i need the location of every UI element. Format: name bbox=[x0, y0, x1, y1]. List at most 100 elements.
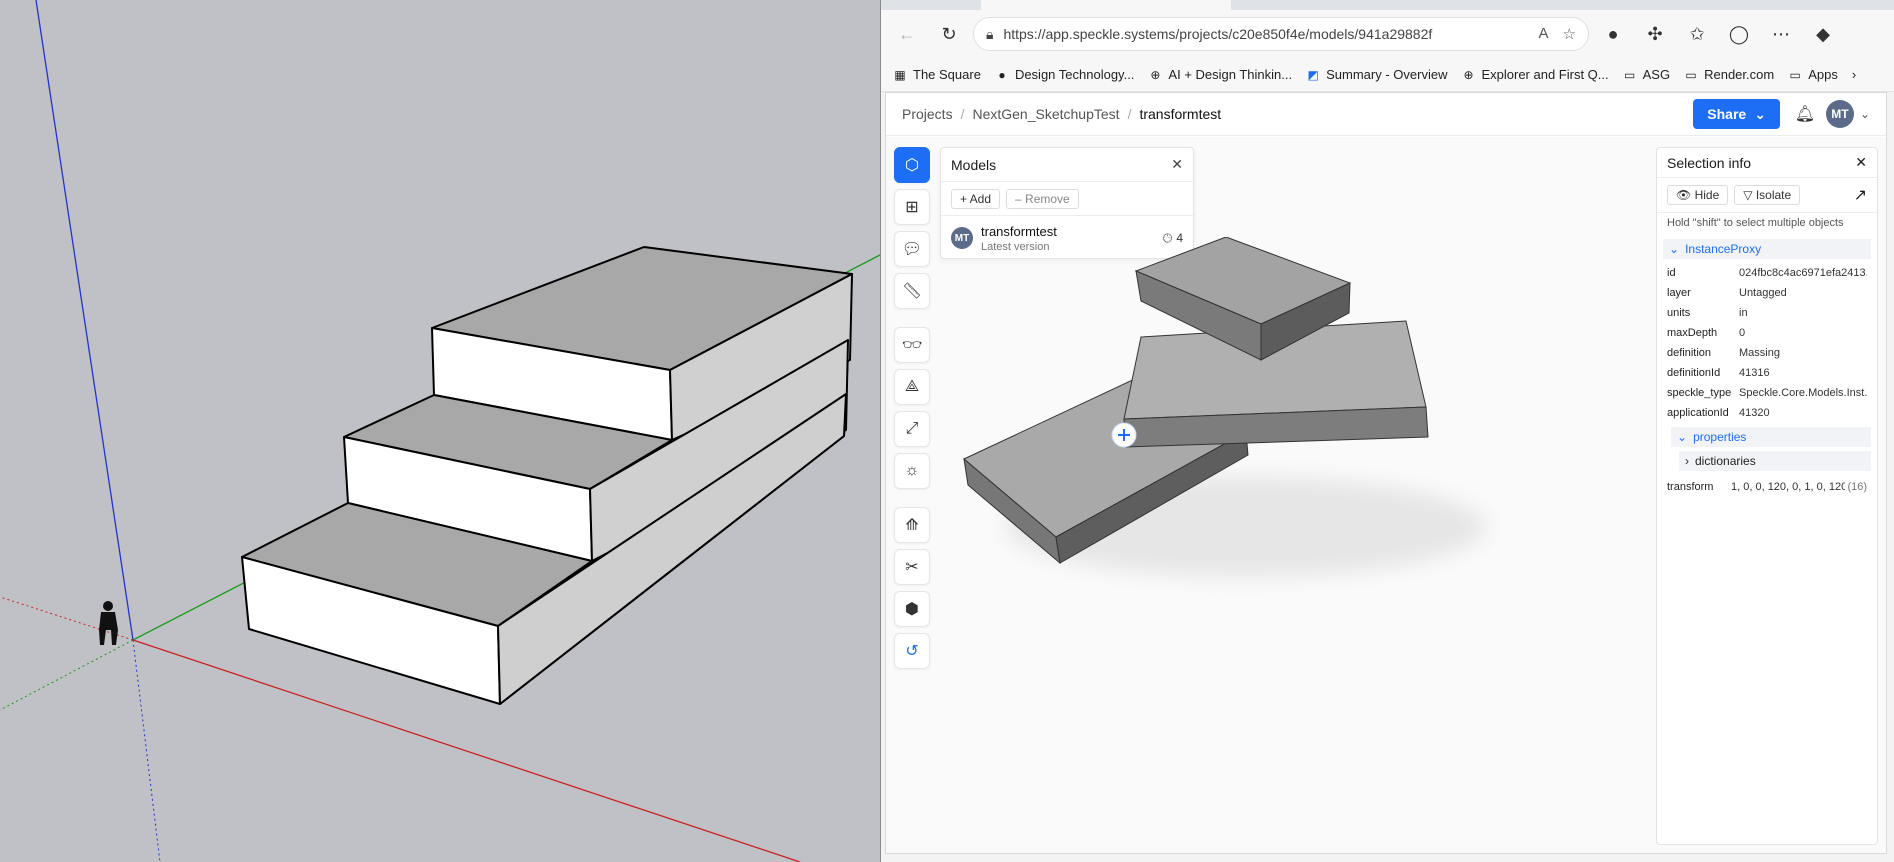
filter-icon: ▽ bbox=[1743, 188, 1756, 202]
bookmark-item[interactable]: ● Design Technology... bbox=[995, 67, 1134, 82]
measure-ruler-icon[interactable]: 📏︎ bbox=[894, 273, 930, 309]
bookmark-item[interactable]: ▭ Apps bbox=[1788, 67, 1838, 82]
browser-window: ← ↻ 🔒︎ https://app.speckle.systems/proje… bbox=[880, 0, 1894, 862]
refresh-icon[interactable]: ↻ bbox=[931, 16, 967, 52]
folder-icon: ▭ bbox=[1789, 67, 1801, 82]
chevron-down-icon: ⌄ bbox=[1754, 105, 1766, 122]
models-cube-icon[interactable]: ⬡ bbox=[894, 147, 930, 183]
multi-select-hint: Hold "shift" to select multiple objects bbox=[1657, 212, 1877, 235]
add-model-button[interactable]: + Add bbox=[951, 188, 1001, 209]
favorites-icon[interactable]: ✩ bbox=[1679, 16, 1715, 52]
view-glasses-icon[interactable]: 👓︎ bbox=[894, 327, 930, 363]
url-text[interactable]: https://app.speckle.systems/projects/c20… bbox=[1003, 26, 1528, 42]
puzzle-extensions-icon[interactable]: ✣ bbox=[1637, 16, 1673, 52]
views-camera-icon[interactable]: ⟁ bbox=[894, 369, 930, 405]
chevron-down-icon: ⌄ bbox=[1669, 242, 1680, 256]
selection-panel-title: Selection info bbox=[1667, 154, 1752, 171]
scale-figure bbox=[99, 601, 118, 645]
property-row: applicationId 41320 bbox=[1667, 407, 1770, 419]
close-icon[interactable]: ✕ bbox=[1171, 156, 1183, 173]
tab-strip bbox=[881, 0, 1894, 10]
explode-icon[interactable]: ⟰ bbox=[894, 507, 930, 543]
back-arrow-icon[interactable]: ← bbox=[889, 16, 925, 52]
bookmark-item[interactable]: ⊕ Explorer and First Q... bbox=[1461, 67, 1608, 82]
zoom-extents-icon[interactable]: ⤢ bbox=[894, 411, 930, 447]
remove-model-button[interactable]: – Remove bbox=[1006, 188, 1079, 209]
summary-icon: ◩ bbox=[1307, 67, 1319, 82]
globe-icon: ⊕ bbox=[1463, 67, 1474, 82]
property-row: id 024fbc8c4ac6971efa2413... bbox=[1667, 267, 1867, 279]
blue-axis-negative bbox=[132, 639, 161, 862]
bookmark-item[interactable]: ▭ ASG bbox=[1623, 67, 1670, 82]
bookmarks-bar: ▦ The Square ● Design Technology... ⊕ AI + … bbox=[881, 58, 1894, 92]
close-icon[interactable]: ✕ bbox=[1855, 154, 1867, 171]
add-comment-plus-icon[interactable] bbox=[1111, 422, 1137, 448]
green-axis-negative bbox=[0, 639, 134, 711]
square-logo-icon: ▦ bbox=[894, 67, 906, 82]
address-bar[interactable]: 🔒︎ https://app.speckle.systems/projects/… bbox=[973, 17, 1589, 51]
property-row: speckle_type Speckle.Core.Models.Inst... bbox=[1667, 387, 1867, 399]
globe-icon: ⊕ bbox=[1150, 67, 1161, 82]
bookmark-item[interactable]: ⊕ AI + Design Thinkin... bbox=[1148, 67, 1292, 82]
chevron-down-icon[interactable]: ⌄ bbox=[1860, 107, 1870, 121]
breadcrumb-projects[interactable]: Projects bbox=[902, 106, 953, 122]
extension-icon[interactable]: ● bbox=[1595, 16, 1631, 52]
folder-icon: ▭ bbox=[1623, 67, 1636, 82]
scene-explorer-icon[interactable]: ⊞ bbox=[894, 189, 930, 225]
speckle-app: Projects / NextGen_SketchupTest / transf… bbox=[885, 92, 1887, 854]
open-external-icon[interactable]: ↗ bbox=[1854, 185, 1867, 205]
property-row: definitionId 41316 bbox=[1667, 367, 1770, 379]
sketchup-viewport[interactable] bbox=[0, 0, 880, 862]
hide-button[interactable]: 👁︎ Hide bbox=[1667, 185, 1729, 205]
more-bookmarks-chevron-icon[interactable]: › bbox=[1852, 67, 1856, 82]
share-button[interactable]: Share ⌄ bbox=[1693, 99, 1780, 129]
bookmark-item[interactable]: ▭ Render.com bbox=[1684, 67, 1774, 82]
isolate-button[interactable]: ▽ Isolate bbox=[1734, 185, 1801, 205]
chevron-right-icon: › bbox=[1685, 454, 1689, 468]
browser-toolbar: ← ↻ 🔒︎ https://app.speckle.systems/proje… bbox=[881, 10, 1894, 58]
property-row: layer Untagged bbox=[1667, 287, 1787, 299]
reset-view-icon[interactable]: ↺ bbox=[894, 633, 930, 669]
lock-icon[interactable]: 🔒︎ bbox=[986, 26, 993, 43]
section-instanceproxy[interactable]: ⌄ InstanceProxy bbox=[1663, 239, 1871, 259]
property-row-transform: transform 1, 0, 0, 120, 0, 1, 0, 120, 0.… bbox=[1667, 481, 1867, 493]
sketchup-model-canvas[interactable] bbox=[0, 0, 880, 862]
breadcrumb: Projects / NextGen_SketchupTest / transf… bbox=[902, 106, 1221, 122]
copilot-icon[interactable]: ◆ bbox=[1805, 16, 1841, 52]
bookmark-item[interactable]: ◩ Summary - Overview bbox=[1306, 67, 1447, 82]
filters-icon[interactable]: ⬢ bbox=[894, 591, 930, 627]
array-count: (16) bbox=[1847, 481, 1867, 493]
property-row: maxDepth 0 bbox=[1667, 327, 1746, 339]
breadcrumb-separator: / bbox=[1127, 106, 1132, 122]
app-header: Projects / NextGen_SketchupTest / transf… bbox=[886, 93, 1886, 136]
active-tab[interactable] bbox=[981, 0, 1231, 10]
breadcrumb-model[interactable]: transformtest bbox=[1139, 106, 1221, 122]
discussions-icon[interactable]: 💬︎ bbox=[894, 231, 930, 267]
model-viewer[interactable]: ⬡ ⊞ 💬︎ 📏︎ 👓︎ ⟁ ⤢ ☼ ⟰ ✂ ⬢ ↺ Models ✕ + Ad… bbox=[886, 137, 1886, 853]
viewer-toolbar: ⬡ ⊞ 💬︎ 📏︎ 👓︎ ⟁ ⤢ ☼ ⟰ ✂ ⬢ ↺ bbox=[894, 147, 930, 669]
chevron-down-icon: ⌄ bbox=[1677, 430, 1688, 444]
property-row: units in bbox=[1667, 307, 1748, 319]
models-panel-title: Models bbox=[951, 156, 997, 173]
breadcrumb-separator: / bbox=[960, 106, 965, 122]
folder-icon: ▭ bbox=[1685, 67, 1697, 82]
section-properties[interactable]: ⌄ properties bbox=[1671, 427, 1871, 447]
bookmark-item[interactable]: ▦ The Square bbox=[893, 67, 981, 82]
light-sun-icon[interactable]: ☼ bbox=[894, 453, 930, 489]
notification-bell-icon[interactable]: 🔔︎ bbox=[1790, 104, 1820, 124]
blue-axis bbox=[35, 0, 134, 641]
user-avatar[interactable]: MT bbox=[1825, 100, 1854, 128]
section-dictionaries[interactable]: › dictionaries bbox=[1679, 451, 1871, 471]
profile-icon[interactable]: ◯ bbox=[1721, 16, 1757, 52]
section-scissors-icon[interactable]: ✂ bbox=[894, 549, 930, 585]
selection-info-panel: Selection info ✕ 👁︎ Hide ▽ Isolate ↗ Hol… bbox=[1656, 147, 1878, 845]
3d-scene[interactable] bbox=[946, 237, 1506, 617]
favorite-star-icon[interactable]: ☆ bbox=[1563, 25, 1576, 43]
read-aloud-icon[interactable]: A bbox=[1539, 25, 1549, 43]
breadcrumb-project[interactable]: NextGen_SketchupTest bbox=[972, 106, 1119, 122]
more-menu-icon[interactable]: ⋯ bbox=[1763, 16, 1799, 52]
stair-massing[interactable] bbox=[241, 246, 853, 705]
design-tech-icon: ● bbox=[998, 67, 1006, 82]
property-row: definition Massing bbox=[1667, 347, 1780, 359]
eye-icon: 👁︎ bbox=[1676, 188, 1695, 202]
